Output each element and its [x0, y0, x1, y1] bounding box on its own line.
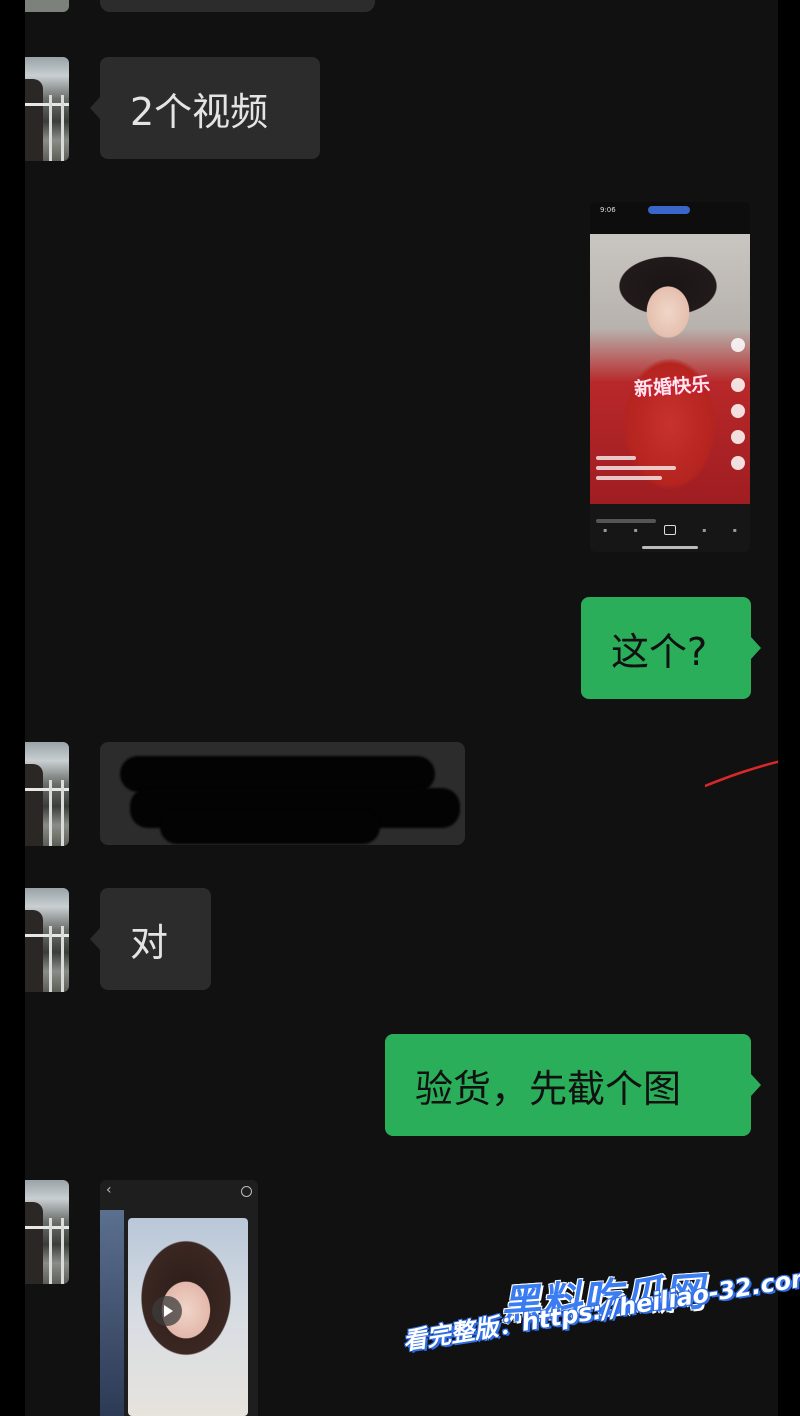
- message-bubble-outgoing[interactable]: 验货，先截个图: [385, 1034, 761, 1136]
- avatar-icon: [731, 338, 745, 352]
- avatar[interactable]: [25, 742, 69, 846]
- bottom-nav: ▪ ▪ ▪ ▪: [590, 520, 750, 540]
- description-line: [596, 466, 676, 470]
- redaction-mark: [120, 756, 435, 792]
- redaction-mark: [160, 810, 380, 844]
- video-thumbnail: [128, 1218, 248, 1416]
- status-time: 9:06: [600, 206, 616, 214]
- star-icon: [731, 430, 745, 444]
- message-bubble-incoming[interactable]: [100, 742, 465, 845]
- video-message[interactable]: ‹: [100, 1180, 258, 1416]
- search-bar: [596, 508, 744, 523]
- nav-item: ▪: [702, 526, 707, 534]
- description-line: [596, 476, 662, 480]
- video-caption: 新婚快乐: [633, 373, 711, 401]
- heart-icon: [731, 378, 745, 392]
- message-text: 2个视频: [130, 89, 269, 134]
- avatar[interactable]: [25, 1180, 69, 1284]
- back-icon: ‹: [106, 1182, 112, 1198]
- avatar[interactable]: [25, 0, 69, 12]
- plus-icon: [663, 525, 676, 535]
- video-frame-photo: 新婚快乐: [590, 234, 750, 504]
- message-text: 对: [130, 920, 169, 965]
- red-annotation-mark: [705, 760, 778, 788]
- message-bubble-incoming[interactable]: 2个视频: [90, 57, 320, 159]
- message-bubble-outgoing[interactable]: 这个?: [581, 597, 761, 699]
- avatar[interactable]: [25, 888, 69, 992]
- nav-item: ▪: [603, 526, 608, 534]
- message-bubble-incoming[interactable]: 对: [90, 888, 211, 990]
- play-icon[interactable]: [152, 1296, 182, 1326]
- clock-icon: [241, 1186, 252, 1197]
- message-bubble-incoming[interactable]: [100, 0, 375, 12]
- status-pill: [648, 206, 690, 214]
- shared-image-message[interactable]: 9:06 新婚快乐 ▪ ▪ ▪ ▪: [590, 202, 750, 552]
- message-text: 验货，先截个图: [415, 1066, 682, 1111]
- share-icon: [731, 456, 745, 470]
- nav-item: ▪: [732, 526, 737, 534]
- home-indicator: [642, 546, 698, 549]
- chat-area: 2个视频 9:06 新婚快乐 ▪ ▪ ▪ ▪ 这个? 对 验货，先截个图 ‹: [25, 0, 778, 1416]
- avatar[interactable]: [25, 57, 69, 161]
- video-thumbnail-edge: [100, 1210, 124, 1416]
- author-line: [596, 456, 636, 460]
- comment-icon: [731, 404, 745, 418]
- message-text: 这个?: [611, 629, 708, 674]
- nav-item: ▪: [633, 526, 638, 534]
